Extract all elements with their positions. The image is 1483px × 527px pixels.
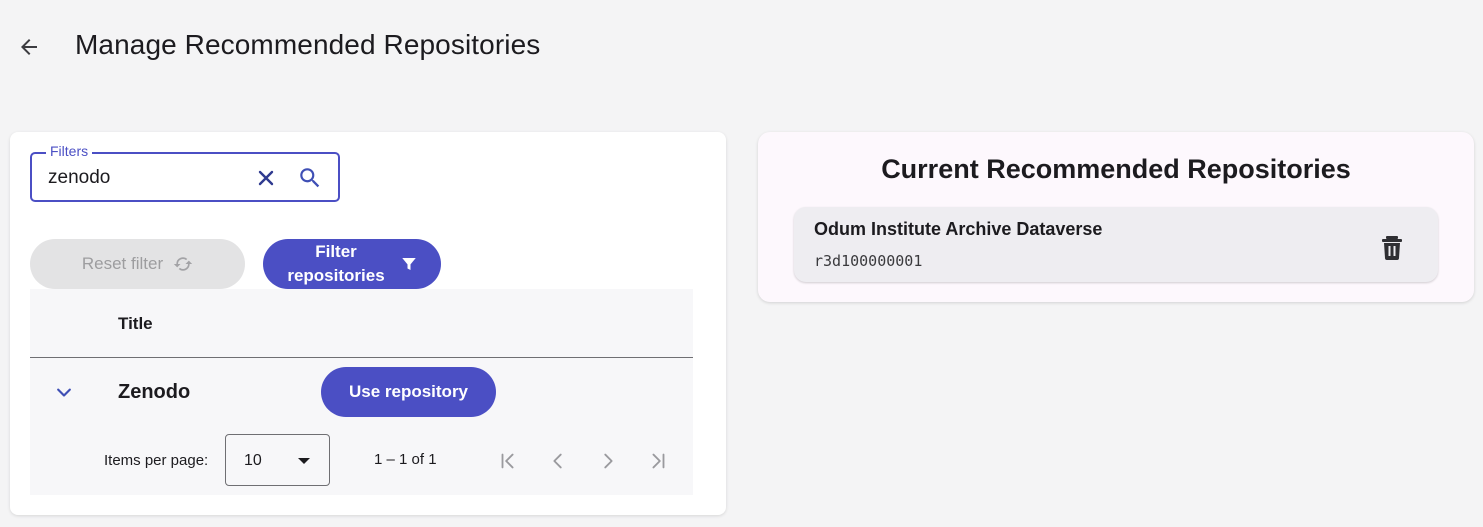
back-button[interactable] [12,30,46,64]
arrow-back-icon [21,39,37,55]
filter-repositories-button[interactable]: Filter repositories [263,239,441,289]
repository-title: Zenodo [118,381,191,403]
recommended-repository-id: r3d100000001 [814,252,923,270]
delete-repository-button[interactable] [1380,235,1404,261]
use-repository-button[interactable]: Use repository [321,367,496,417]
clear-filter-button[interactable] [254,166,278,190]
chevron-right-icon [604,453,613,469]
chevron-left-icon [553,453,562,469]
reset-filter-label: Reset filter [81,254,164,273]
items-per-page-label: Items per page: [104,452,209,469]
recommended-repository-item: Odum Institute Archive Dataverse r3d1000… [794,207,1438,282]
dropdown-arrow-icon [298,458,310,464]
paginator: Items per page: 10 1 – 1 of 1 [30,427,693,495]
repository-search-card: Filters Reset filter Filter repositories… [10,132,726,515]
next-page-button[interactable] [594,447,622,475]
filters-input[interactable] [48,165,238,191]
recommended-repository-name: Odum Institute Archive Dataverse [814,219,1103,239]
reset-filter-button[interactable]: Reset filter [30,239,245,289]
close-icon [258,170,274,186]
page-range-label: 1 – 1 of 1 [374,451,437,468]
column-header-title: Title [118,314,153,333]
refresh-icon [173,257,193,271]
page-title: Manage Recommended Repositories [75,29,541,60]
chevron-down-icon [57,388,71,397]
trash-icon [1382,236,1402,260]
current-recommended-card: Current Recommended Repositories Odum In… [758,132,1474,302]
last-page-icon [652,453,665,469]
previous-page-button[interactable] [544,447,572,475]
page-header: Manage Recommended Repositories [0,0,1483,96]
filters-field[interactable]: Filters [30,143,340,202]
table-row: Zenodo Use repository [30,359,693,427]
current-recommended-title: Current Recommended Repositories [881,154,1351,184]
table-header: Title [30,289,693,358]
first-page-button[interactable] [494,447,522,475]
filter-repositories-label: Filter repositories [287,242,385,285]
items-per-page-value: 10 [244,452,262,469]
last-page-button[interactable] [644,447,672,475]
search-icon [300,168,320,188]
first-page-icon [501,453,514,469]
items-per-page-select[interactable]: 10 [225,434,330,486]
search-button[interactable] [296,164,324,192]
expand-row-button[interactable] [50,381,78,405]
funnel-icon [402,258,416,270]
filters-label: Filters [46,143,93,159]
repository-table: Title Zenodo Use repository Items per pa… [30,289,693,495]
